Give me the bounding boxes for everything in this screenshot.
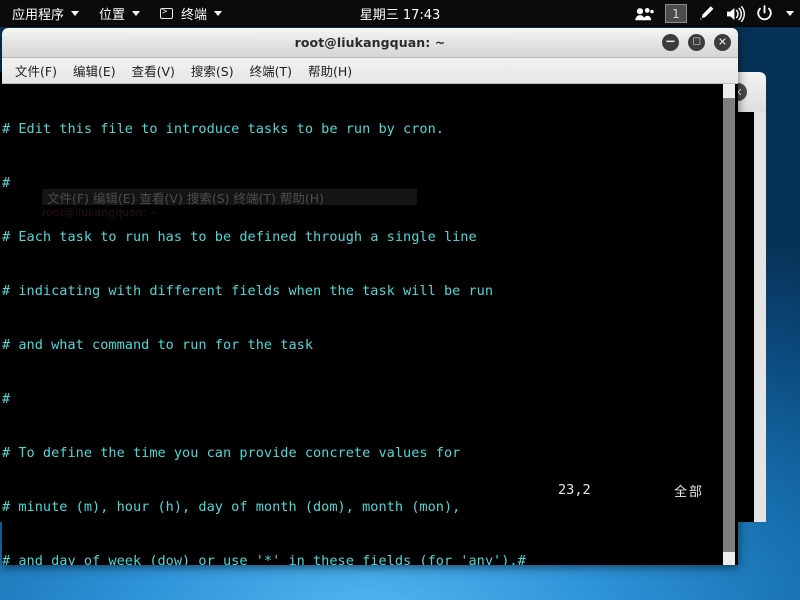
places-label: 位置 <box>99 7 126 23</box>
pen-icon[interactable] <box>698 5 715 22</box>
terminal-line: # indicating with different fields when … <box>2 283 494 299</box>
close-button[interactable]: ✕ <box>714 34 731 51</box>
launcher-terminal[interactable]: 终端 <box>150 0 232 27</box>
minimize-icon: − <box>665 34 676 50</box>
chevron-down-icon <box>71 10 80 16</box>
terminal-label: 终端 <box>181 7 208 23</box>
applications-label: 应用程序 <box>12 7 65 23</box>
terminal-line: # <box>2 391 11 407</box>
terminal-line: # Each task to run has to be defined thr… <box>2 229 477 245</box>
close-icon: ✕ <box>717 35 728 49</box>
window-title: root@liukangquan: ~ <box>294 35 446 50</box>
menu-item-file[interactable]: 文件(F) <box>7 59 65 82</box>
minimize-button[interactable]: − <box>662 34 679 51</box>
terminal-line: # <box>2 175 11 191</box>
users-icon[interactable] <box>635 7 654 21</box>
terminal-window[interactable]: root@liukangquan: ~ − □ ✕ 文件(F) 编辑(E) 查看… <box>2 28 738 565</box>
cursor-position: 23,2 <box>558 482 591 498</box>
terminal-scrollbar[interactable] <box>723 84 735 565</box>
menu-item-search[interactable]: 搜索(S) <box>183 59 242 82</box>
terminal-icon <box>160 7 174 19</box>
power-icon[interactable] <box>756 5 773 22</box>
volume-icon[interactable] <box>726 5 745 22</box>
chevron-down-icon[interactable] <box>786 11 794 16</box>
menu-places[interactable]: 位置 <box>89 0 150 27</box>
workspace-switcher[interactable]: 1 <box>665 4 687 23</box>
terminal-line: # and day of week (dow) or use '*' in th… <box>2 553 526 565</box>
terminal-line: # and what command to run for the task <box>2 337 313 353</box>
screen: ✕ root@liukangquan: ~ − □ ✕ 文件(F) 编辑(E) … <box>0 0 800 600</box>
scroll-scope: 全部 <box>674 485 705 500</box>
titlebar[interactable]: root@liukangquan: ~ − □ ✕ <box>2 28 738 58</box>
maximize-icon: □ <box>692 36 701 47</box>
vim-status-line: 23,2 全部 <box>2 480 722 502</box>
menu-item-edit[interactable]: 编辑(E) <box>65 59 124 82</box>
top-panel: 应用程序 位置 终端 星期三 17:43 1 <box>0 0 800 27</box>
terminal-body[interactable]: # Edit this file to introduce tasks to b… <box>2 84 738 565</box>
system-tray: 1 <box>635 0 794 27</box>
menu-item-help[interactable]: 帮助(H) <box>300 59 360 82</box>
terminal-line: # Edit this file to introduce tasks to b… <box>2 121 444 137</box>
menu-item-terminal[interactable]: 终端(T) <box>242 59 300 82</box>
maximize-button[interactable]: □ <box>688 34 705 51</box>
menu-applications[interactable]: 应用程序 <box>0 0 89 27</box>
background-window-scrollbar[interactable] <box>754 112 766 522</box>
menubar: 文件(F) 编辑(E) 查看(V) 搜索(S) 终端(T) 帮助(H) <box>2 58 738 84</box>
chevron-down-icon <box>214 10 223 16</box>
scrollbar-thumb-top[interactable] <box>723 84 735 98</box>
window-controls: − □ ✕ <box>662 28 731 57</box>
chevron-down-icon <box>132 10 141 16</box>
scrollbar-thumb-bottom[interactable] <box>723 552 735 565</box>
menu-item-view[interactable]: 查看(V) <box>124 59 183 82</box>
terminal-line: # To define the time you can provide con… <box>2 445 461 461</box>
